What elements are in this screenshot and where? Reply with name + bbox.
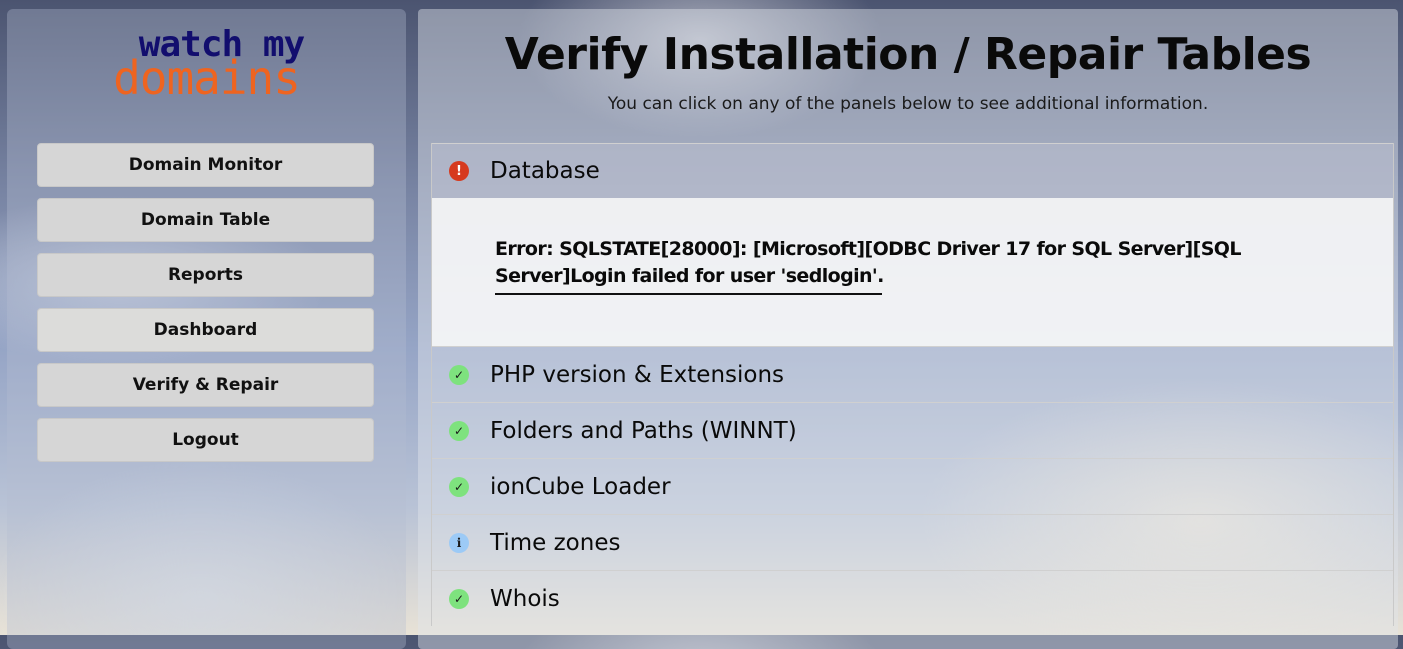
page-title: Verify Installation / Repair Tables <box>504 29 1312 80</box>
sidebar-item-logout[interactable]: Logout <box>37 418 374 462</box>
panel-label: PHP version & Extensions <box>490 361 785 388</box>
error-underline <box>495 293 882 295</box>
panel-whois[interactable]: ✓ Whois <box>432 570 1393 626</box>
check-icon: ✓ <box>449 420 469 441</box>
logo-line-2: domains <box>113 51 301 105</box>
panel-label: Folders and Paths (WINNT) <box>490 417 797 444</box>
panel-time-zones[interactable]: i Time zones <box>432 514 1393 570</box>
panel-label: Time zones <box>490 529 621 556</box>
info-icon: i <box>449 532 469 553</box>
sidebar: watch my domains Domain Monitor Domain T… <box>7 9 406 649</box>
panel-label: Whois <box>490 585 560 612</box>
exclamation-icon: ! <box>449 161 469 181</box>
panel-folders-paths[interactable]: ✓ Folders and Paths (WINNT) <box>432 402 1393 458</box>
verification-panels: ! Database Error: SQLSTATE[28000]: [Micr… <box>431 143 1394 626</box>
sidebar-nav: Domain Monitor Domain Table Reports Dash… <box>37 143 374 473</box>
panel-php-version[interactable]: ✓ PHP version & Extensions <box>432 346 1393 402</box>
logo[interactable]: watch my domains <box>7 27 406 105</box>
sidebar-item-domain-table[interactable]: Domain Table <box>37 198 374 242</box>
main-content: Verify Installation / Repair Tables You … <box>418 9 1398 649</box>
check-icon: ✓ <box>449 588 469 609</box>
panel-label: ionCube Loader <box>490 473 671 500</box>
panel-label: Database <box>490 158 600 184</box>
panel-ioncube-loader[interactable]: ✓ ionCube Loader <box>432 458 1393 514</box>
sidebar-item-dashboard[interactable]: Dashboard <box>37 308 374 352</box>
page-subtitle: You can click on any of the panels below… <box>607 94 1209 114</box>
panel-database[interactable]: ! Database <box>432 143 1393 198</box>
sidebar-item-verify-repair[interactable]: Verify & Repair <box>37 363 374 407</box>
sidebar-item-reports[interactable]: Reports <box>37 253 374 297</box>
check-icon: ✓ <box>449 364 469 385</box>
check-icon: ✓ <box>449 476 469 497</box>
sidebar-item-domain-monitor[interactable]: Domain Monitor <box>37 143 374 187</box>
panel-database-body: Error: SQLSTATE[28000]: [Microsoft][ODBC… <box>432 198 1393 346</box>
error-message: Error: SQLSTATE[28000]: [Microsoft][ODBC… <box>495 238 1241 287</box>
